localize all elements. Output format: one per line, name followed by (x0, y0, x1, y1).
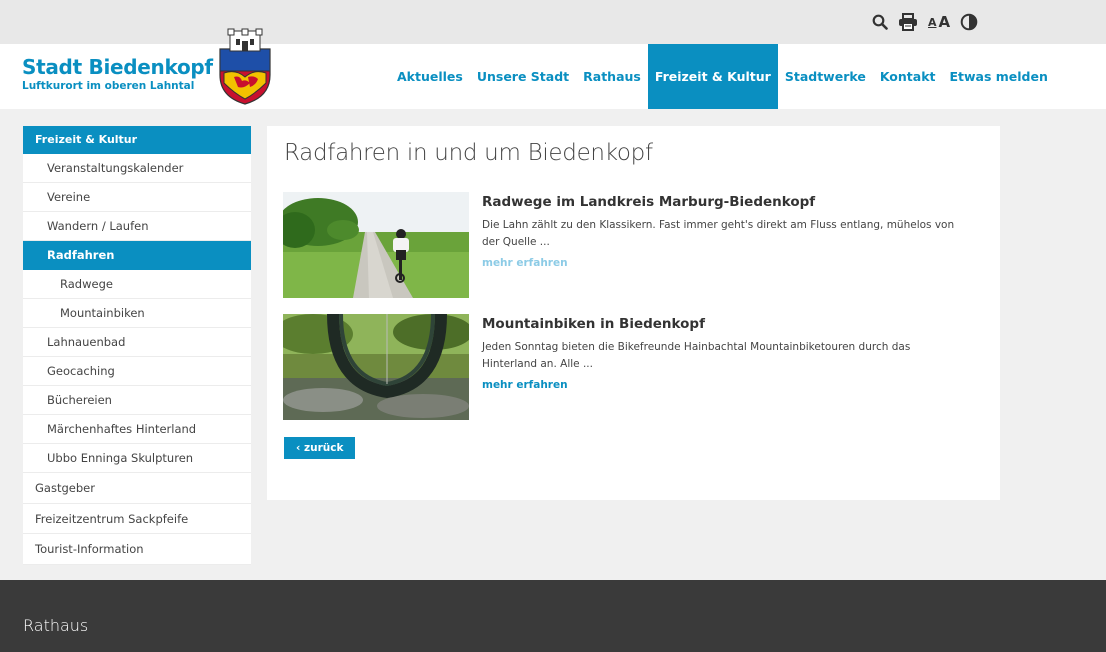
sidebar-item-radwege[interactable]: Radwege (23, 270, 251, 299)
teaser-heading[interactable]: Radwege im Landkreis Marburg-Biedenkopf (482, 193, 972, 211)
sidebar-item-tourist-information[interactable]: Tourist-Information (23, 534, 251, 565)
contrast-icon[interactable] (960, 11, 978, 33)
sidebar-item-lahnauenbad[interactable]: Lahnauenbad (23, 328, 251, 357)
sidebar-navigation: Freizeit & Kultur Veranstaltungskalender… (23, 126, 251, 565)
sidebar-item-gastgeber[interactable]: Gastgeber (23, 473, 251, 504)
teaser-line: der Quelle ... (482, 236, 550, 248)
teaser-text: Radwege im Landkreis Marburg-Biedenkopf … (482, 193, 972, 271)
nav-item-aktuelles[interactable]: Aktuelles (390, 44, 470, 109)
font-size-toggle[interactable]: AA (928, 11, 950, 33)
utility-bar: AA (0, 0, 1106, 44)
site-footer: Rathaus (0, 580, 1106, 652)
mountainbike-image[interactable] (283, 314, 469, 420)
chevron-left-icon: ‹ (296, 442, 301, 454)
sidebar-item-vereine[interactable]: Vereine (23, 183, 251, 212)
teaser-line: Hinterland an. Alle ... (482, 358, 593, 370)
brand-logo[interactable]: Stadt Biedenkopf Luftkurort im oberen La… (22, 55, 213, 93)
cycling-path-image[interactable] (283, 192, 469, 298)
utility-tools: AA (872, 11, 978, 33)
read-more-link[interactable]: mehr erfahren (482, 377, 568, 393)
sidebar-item-buechereien[interactable]: Büchereien (23, 386, 251, 415)
back-button-label: zurück (303, 442, 344, 454)
search-icon[interactable] (872, 11, 888, 33)
sidebar-item-radfahren[interactable]: Radfahren (23, 241, 251, 270)
footer-title: Rathaus (23, 616, 89, 635)
sidebar-item-maerchenhaftes-hinterland[interactable]: Märchenhaftes Hinterland (23, 415, 251, 444)
brand-title: Stadt Biedenkopf (22, 55, 213, 79)
teaser-heading[interactable]: Mountainbiken in Biedenkopf (482, 315, 972, 333)
brand-subtitle: Luftkurort im oberen Lahntal (22, 80, 195, 92)
coat-of-arms-icon (219, 28, 271, 105)
nav-item-kontakt[interactable]: Kontakt (873, 44, 943, 109)
teaser-card: Mountainbiken in Biedenkopf Jeden Sonnta… (283, 314, 983, 420)
site-header: Stadt Biedenkopf Luftkurort im oberen La… (0, 28, 1106, 109)
nav-item-etwas-melden[interactable]: Etwas melden (942, 44, 1054, 109)
nav-item-unsere-stadt[interactable]: Unsere Stadt (470, 44, 576, 109)
sidebar-item-wandern-laufen[interactable]: Wandern / Laufen (23, 212, 251, 241)
sidebar-item-veranstaltungskalender[interactable]: Veranstaltungskalender (23, 154, 251, 183)
print-icon[interactable] (898, 11, 918, 33)
main-navigation: Aktuelles Unsere Stadt Rathaus Freizeit … (390, 44, 1055, 109)
nav-item-rathaus[interactable]: Rathaus (576, 44, 648, 109)
nav-item-freizeit-kultur[interactable]: Freizeit & Kultur (647, 44, 778, 109)
nav-item-stadtwerke[interactable]: Stadtwerke (778, 44, 873, 109)
sidebar-item-ubbo-enninga-skulpturen[interactable]: Ubbo Enninga Skulpturen (23, 444, 251, 473)
teaser-line: Jeden Sonntag bieten die Bikefreunde Hai… (482, 341, 911, 353)
teaser-card: Radwege im Landkreis Marburg-Biedenkopf … (283, 192, 983, 298)
sidebar-item-freizeitzentrum-sackpfeife[interactable]: Freizeitzentrum Sackpfeife (23, 504, 251, 534)
back-button[interactable]: ‹ zurück (284, 437, 356, 459)
read-more-link[interactable]: mehr erfahren (482, 255, 568, 271)
main-content: Radfahren in und um Biedenkopf Radwege i… (267, 126, 1000, 500)
teaser-line: Die Lahn zählt zu den Klassikern. Fast i… (482, 219, 955, 231)
page-title: Radfahren in und um Biedenkopf (284, 140, 653, 166)
sidebar-heading[interactable]: Freizeit & Kultur (23, 126, 251, 154)
sidebar-item-geocaching[interactable]: Geocaching (23, 357, 251, 386)
teaser-text: Mountainbiken in Biedenkopf Jeden Sonnta… (482, 315, 972, 393)
sidebar-item-mountainbiken[interactable]: Mountainbiken (23, 299, 251, 328)
font-large-label: A (938, 13, 951, 31)
font-small-label: A (928, 15, 937, 29)
